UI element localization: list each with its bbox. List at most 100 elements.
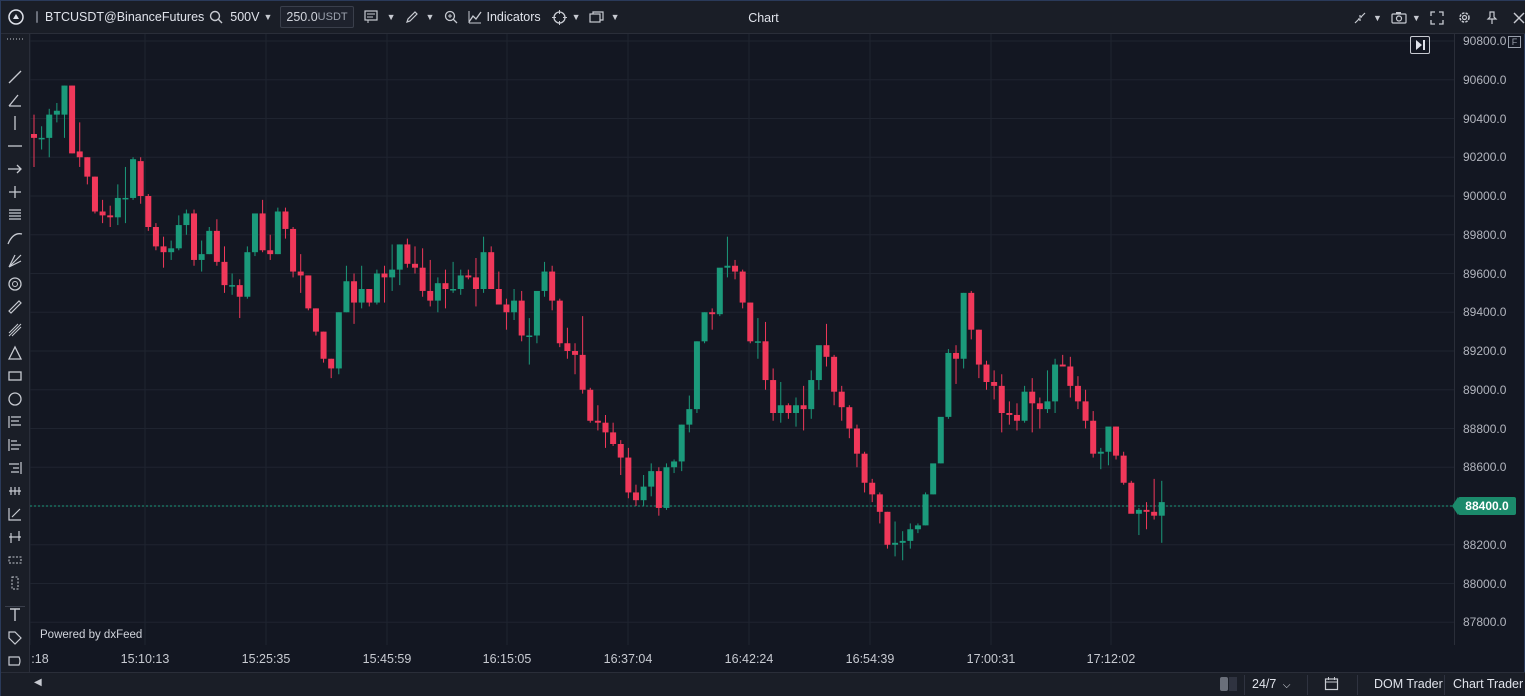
candle-body [937, 416, 944, 464]
candle-body [38, 137, 45, 140]
close-icon[interactable] [1513, 12, 1525, 24]
candle-body [69, 85, 76, 154]
curve-icon[interactable] [5, 228, 25, 248]
chart-canvas[interactable] [30, 34, 1454, 645]
candle-body [678, 424, 685, 462]
f-badge[interactable]: F [1508, 36, 1521, 48]
candle [99, 199, 106, 224]
candle-body [991, 382, 998, 386]
chevron-down-icon[interactable]: ▼ [611, 12, 620, 22]
candle-body [160, 246, 167, 253]
candle-body [549, 271, 556, 301]
chevron-down-icon[interactable]: ▼ [387, 12, 396, 22]
price-range-icon[interactable] [5, 504, 25, 524]
candle-body [389, 269, 396, 278]
chevron-down-icon[interactable]: ▼ [572, 12, 581, 22]
session-selector[interactable]: 24/7 ⌵ [1252, 677, 1290, 691]
candle-body [1105, 426, 1112, 452]
watermark: Powered by dxFeed [40, 629, 143, 641]
quantity-field[interactable]: 250.0 USDT [280, 6, 354, 28]
candle-body [290, 228, 297, 272]
symbol-selector[interactable]: BTCUSDT@BinanceFutures [45, 1, 204, 34]
candle [724, 236, 731, 278]
price-axis[interactable]: 90800.0 90600.0 90400.0 90200.0 90000.0 89800… [1452, 34, 1525, 645]
fib-extension-icon[interactable] [5, 435, 25, 455]
dashed-rect-icon[interactable] [5, 550, 25, 570]
chevron-down-icon[interactable]: ▼ [426, 12, 435, 22]
dashed-vertical-icon[interactable] [5, 573, 25, 593]
scrollbar-thumb[interactable] [1220, 677, 1228, 691]
dotted-handle-icon[interactable] [5, 29, 25, 49]
time-tick-label: 16:37:04 [603, 652, 653, 666]
candle [1135, 507, 1142, 536]
pencil-icon[interactable] [405, 10, 419, 24]
zoom-in-icon[interactable] [444, 10, 458, 24]
link-icon[interactable] [1353, 11, 1367, 25]
arrow-icon[interactable] [5, 159, 25, 179]
triangle-icon[interactable] [5, 343, 25, 363]
candle [472, 258, 479, 307]
candle [770, 368, 777, 421]
cross-line-icon[interactable] [5, 182, 25, 202]
horizontal-line-icon[interactable] [5, 136, 25, 156]
ellipse-icon[interactable] [5, 389, 25, 409]
chevron-down-icon[interactable]: ▼ [1373, 13, 1382, 23]
callout-icon[interactable] [5, 651, 25, 671]
candle-body [518, 300, 525, 336]
text-icon[interactable] [5, 605, 25, 625]
candlestick-chart[interactable] [30, 34, 1454, 645]
rectangle-icon[interactable] [5, 366, 25, 386]
candle [594, 405, 601, 431]
fan-icon[interactable] [5, 251, 25, 271]
parallel-lines-icon[interactable] [5, 205, 25, 225]
tag-icon[interactable] [5, 628, 25, 648]
candle [145, 194, 152, 231]
candle [320, 331, 327, 363]
timeframe-selector[interactable]: 500V ▼ [230, 1, 272, 34]
crosshair-icon[interactable] [551, 9, 567, 25]
price-tick-label: 90800.0 [1463, 34, 1507, 48]
chart-type-icon[interactable] [364, 10, 380, 24]
chart-trader-button[interactable]: Chart Trader [1453, 677, 1523, 691]
fullscreen-icon[interactable] [1430, 10, 1444, 25]
scroll-left-icon[interactable]: ◀ [34, 677, 42, 688]
candle [175, 215, 182, 251]
candle [328, 358, 335, 379]
trend-line-icon[interactable] [5, 67, 25, 87]
fib-timezone-icon[interactable] [5, 458, 25, 478]
candle-body [686, 409, 693, 425]
indicators-button[interactable]: Indicators [468, 1, 541, 34]
pin-icon[interactable] [1486, 10, 1498, 25]
date-range-icon[interactable] [5, 527, 25, 547]
candle-body [762, 341, 769, 381]
candle-body [724, 265, 731, 268]
separator-icon [34, 10, 40, 24]
candle-body [511, 300, 518, 313]
search-icon[interactable] [209, 10, 223, 24]
chevron-down-icon[interactable]: ▼ [1412, 13, 1421, 23]
candle-body [61, 85, 68, 115]
candle [168, 240, 175, 260]
candle-body [419, 267, 426, 291]
angle-icon[interactable] [5, 90, 25, 110]
scroll-to-end-button[interactable] [1410, 36, 1430, 54]
candle [373, 269, 380, 305]
candle-body [823, 345, 830, 357]
ruler-icon[interactable] [5, 297, 25, 317]
price-tick-label: 89800.0 [1463, 227, 1507, 242]
time-axis[interactable]: :18 15:10:13 15:25:35 15:45:59 16:15:05 16:37… [30, 645, 1454, 672]
candle [922, 492, 929, 526]
candle [960, 292, 967, 369]
gear-icon[interactable] [1457, 10, 1472, 25]
calendar-icon[interactable] [1324, 676, 1339, 694]
vertical-line-icon[interactable] [5, 113, 25, 133]
pitchfork-icon[interactable] [5, 320, 25, 340]
dom-trader-button[interactable]: DOM Trader [1374, 677, 1443, 691]
camera-icon[interactable] [1391, 11, 1407, 24]
fib-retracement-icon[interactable] [5, 412, 25, 432]
layout-icon[interactable] [588, 10, 604, 24]
scrollbar-track[interactable] [1229, 677, 1237, 691]
measure-icon[interactable] [5, 481, 25, 501]
candle [160, 236, 167, 268]
spiral-icon[interactable] [5, 274, 25, 294]
